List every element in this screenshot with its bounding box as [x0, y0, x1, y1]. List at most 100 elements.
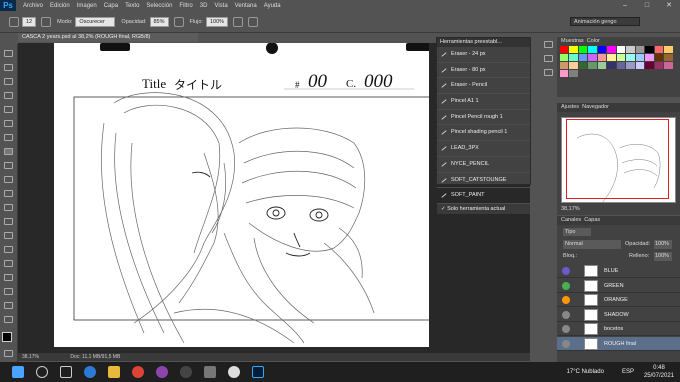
- artboard-tool-icon[interactable]: [4, 64, 13, 71]
- menu-seleccion[interactable]: Selección: [146, 3, 172, 9]
- brush-panel-icon[interactable]: [41, 16, 52, 27]
- quick-mask-icon[interactable]: [4, 350, 13, 357]
- color-swatch[interactable]: [559, 45, 568, 53]
- airbrush-icon[interactable]: [233, 16, 244, 27]
- eraser-tool-icon[interactable]: [4, 190, 13, 197]
- preset-item[interactable]: SOFT_CATSTOUNGE: [437, 173, 530, 189]
- history-brush-tool-icon[interactable]: [4, 176, 13, 183]
- lasso-tool-icon[interactable]: [4, 92, 13, 99]
- layer-row[interactable]: ROUGH final: [557, 336, 680, 351]
- document-canvas[interactable]: Title タイトル # 00 C. 000: [54, 43, 445, 347]
- hand-tool-icon[interactable]: [4, 302, 13, 309]
- tab-muestras[interactable]: Muestras: [561, 38, 584, 44]
- app-icon[interactable]: [228, 366, 240, 378]
- windows-start-icon[interactable]: [12, 366, 24, 378]
- language-indicator[interactable]: ESP: [622, 369, 634, 375]
- brush-tool-icon[interactable]: [9, 16, 19, 27]
- preset-item[interactable]: Pincel Pencil rough 1: [437, 110, 530, 126]
- zoom-tool-icon[interactable]: [4, 316, 13, 323]
- color-swatch[interactable]: [559, 53, 568, 61]
- preset-item[interactable]: Eraser - 80 px: [437, 63, 530, 79]
- minimize-button[interactable]: –: [614, 0, 636, 11]
- color-swatch[interactable]: [597, 45, 606, 53]
- tab-ajustes[interactable]: Ajustes: [561, 104, 579, 110]
- photoshop-taskbar-icon[interactable]: [252, 366, 264, 378]
- opacidad-input[interactable]: 85%: [149, 16, 169, 27]
- menu-filtro[interactable]: Filtro: [179, 3, 192, 9]
- visibility-eye-icon[interactable]: [562, 281, 570, 290]
- color-swatch[interactable]: [578, 53, 587, 61]
- brush-size[interactable]: 12: [22, 16, 37, 27]
- dodge-tool-icon[interactable]: [4, 232, 13, 239]
- color-swatch[interactable]: [588, 61, 597, 69]
- color-swatch[interactable]: [569, 53, 578, 61]
- brush-panel-icon[interactable]: [544, 55, 553, 62]
- color-swatch[interactable]: [578, 45, 587, 53]
- close-button[interactable]: ✕: [658, 0, 680, 11]
- color-swatch[interactable]: [607, 61, 616, 69]
- color-swatch[interactable]: [635, 61, 644, 69]
- color-swatch[interactable]: [626, 53, 635, 61]
- menu-capa[interactable]: Capa: [104, 3, 118, 9]
- color-swatch[interactable]: [588, 53, 597, 61]
- stamp-tool-icon[interactable]: [4, 162, 13, 169]
- color-swatch[interactable]: [626, 45, 635, 53]
- visibility-eye-icon[interactable]: [562, 267, 570, 275]
- quick-select-tool-icon[interactable]: [4, 106, 13, 113]
- color-swatch[interactable]: [569, 45, 578, 53]
- color-swatch[interactable]: [559, 69, 568, 77]
- tab-navegador[interactable]: Navegador: [582, 104, 609, 110]
- preset-item[interactable]: NYCE_PENCIL: [437, 157, 530, 173]
- obs-icon[interactable]: [180, 366, 192, 378]
- app-icon[interactable]: [156, 366, 168, 378]
- gradient-tool-icon[interactable]: [4, 204, 13, 211]
- blur-tool-icon[interactable]: [4, 218, 13, 225]
- preset-item[interactable]: Pincel shading pencil 1: [437, 125, 530, 142]
- color-swatch[interactable]: [645, 61, 654, 69]
- history-panel-icon[interactable]: [544, 41, 553, 48]
- search-icon[interactable]: [36, 366, 48, 378]
- color-swatch[interactable]: [654, 61, 663, 69]
- color-swatch[interactable]: [654, 53, 663, 61]
- color-swatch[interactable]: [569, 61, 578, 69]
- edge-icon[interactable]: [84, 366, 96, 378]
- visibility-eye-icon[interactable]: [562, 325, 570, 333]
- clock[interactable]: 0:48 25/07/2021: [644, 364, 674, 380]
- color-swatch[interactable]: [616, 61, 625, 69]
- color-swatch[interactable]: [607, 53, 616, 61]
- maximize-button[interactable]: □: [636, 0, 658, 11]
- fill-input[interactable]: 100%: [654, 252, 672, 261]
- blend-mode-select[interactable]: Normal: [563, 240, 621, 249]
- visibility-eye-icon[interactable]: [562, 296, 570, 304]
- color-swatch[interactable]: [578, 61, 587, 69]
- color-swatch[interactable]: [664, 61, 673, 69]
- color-swatch[interactable]: [626, 61, 635, 69]
- color-swatch[interactable]: [569, 69, 578, 77]
- navigator-view-box[interactable]: [566, 119, 669, 199]
- menu-edicion[interactable]: Edición: [50, 3, 70, 9]
- brush-tool-icon[interactable]: [4, 148, 13, 155]
- color-swatch[interactable]: [588, 45, 597, 53]
- color-swatch[interactable]: [607, 45, 616, 53]
- type-tool-icon[interactable]: [4, 260, 13, 267]
- visibility-eye-icon[interactable]: [562, 339, 570, 348]
- layer-row[interactable]: ORANGE: [557, 293, 680, 307]
- color-swatch[interactable]: [559, 61, 568, 69]
- tab-canales[interactable]: Canales: [561, 217, 581, 223]
- preset-item[interactable]: Eraser - 24 px: [437, 47, 530, 63]
- menu-vista[interactable]: Vista: [214, 3, 227, 9]
- eyedropper-tool-icon[interactable]: [4, 134, 13, 141]
- color-swatch[interactable]: [597, 53, 606, 61]
- modo-select[interactable]: Oscurecer: [75, 16, 116, 27]
- preset-item[interactable]: Eraser - Pencil: [437, 78, 530, 95]
- flujo-input[interactable]: 100%: [205, 16, 229, 27]
- preset-item[interactable]: Pincel A1 1: [437, 94, 530, 110]
- chrome-icon[interactable]: [132, 366, 144, 378]
- color-swatch[interactable]: [664, 53, 673, 61]
- layer-row[interactable]: BLUE: [557, 264, 680, 278]
- pressure-size-icon[interactable]: [248, 16, 259, 27]
- layer-kind-filter[interactable]: Tipo: [563, 228, 591, 236]
- preset-item[interactable]: LEAD_3PX: [437, 141, 530, 157]
- color-swatch[interactable]: [654, 45, 663, 53]
- status-zoom[interactable]: 38,17%: [22, 354, 39, 360]
